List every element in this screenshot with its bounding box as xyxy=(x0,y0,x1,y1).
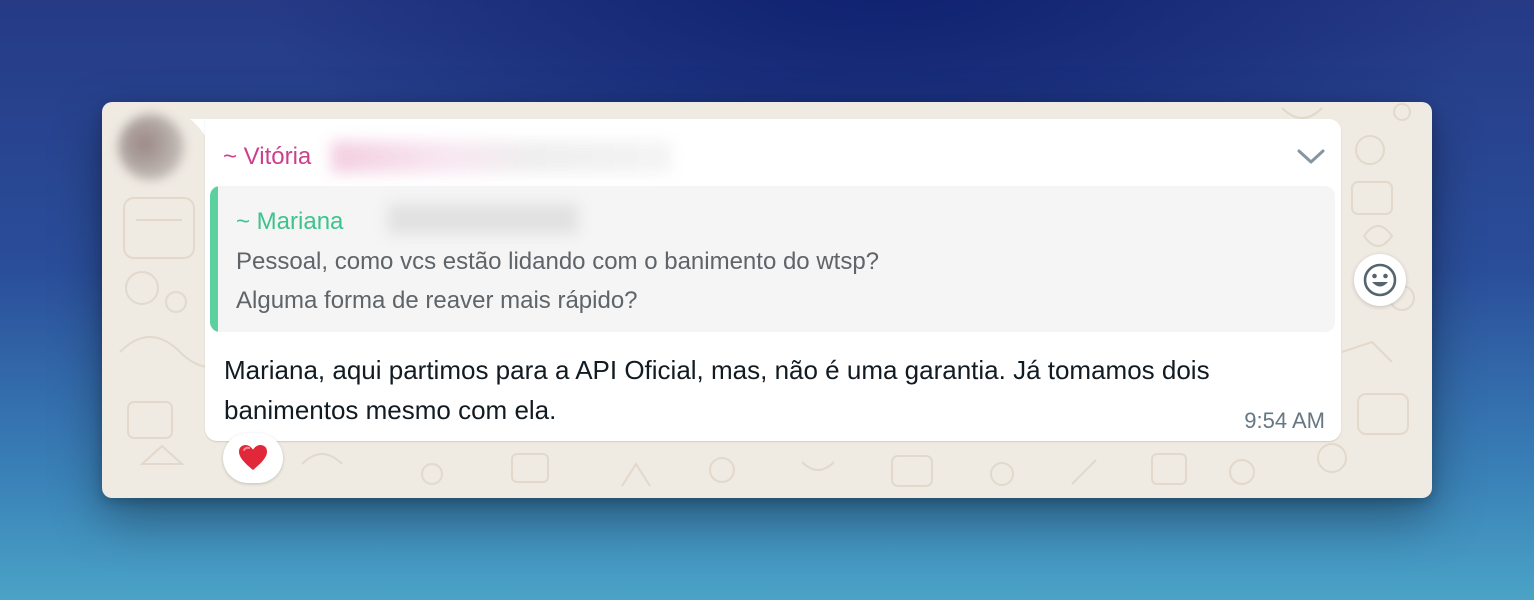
smiley-icon xyxy=(1363,263,1397,297)
add-reaction-button[interactable] xyxy=(1354,254,1406,306)
heart-icon xyxy=(239,445,267,470)
message-bubble[interactable]: ~ Vitória ~ Mariana Pessoal, como vcs es… xyxy=(205,119,1341,441)
quoted-author: ~ Mariana xyxy=(236,208,344,235)
reaction-badge[interactable] xyxy=(223,433,283,483)
quoted-text-line: Alguma forma de reaver mais rápido? xyxy=(236,287,638,314)
sender-name[interactable]: ~ Vitória xyxy=(223,143,311,171)
quoted-text-line: Pessoal, como vcs estão lidando com o ba… xyxy=(236,248,880,275)
quoted-message[interactable]: ~ Mariana Pessoal, como vcs estão lidand… xyxy=(210,186,1335,332)
message-text: Mariana, aqui partimos para a API Oficia… xyxy=(224,355,1210,425)
chat-window: ~ Vitória ~ Mariana Pessoal, como vcs es… xyxy=(102,102,1432,498)
quoted-phone-redacted xyxy=(388,204,578,234)
bubble-tail xyxy=(190,119,206,137)
sender-avatar[interactable] xyxy=(118,114,184,180)
chevron-down-icon[interactable] xyxy=(1295,142,1327,170)
sender-phone-redacted xyxy=(331,141,671,173)
quote-accent-bar xyxy=(210,186,218,332)
message-timestamp: 9:54 AM xyxy=(1244,408,1325,433)
